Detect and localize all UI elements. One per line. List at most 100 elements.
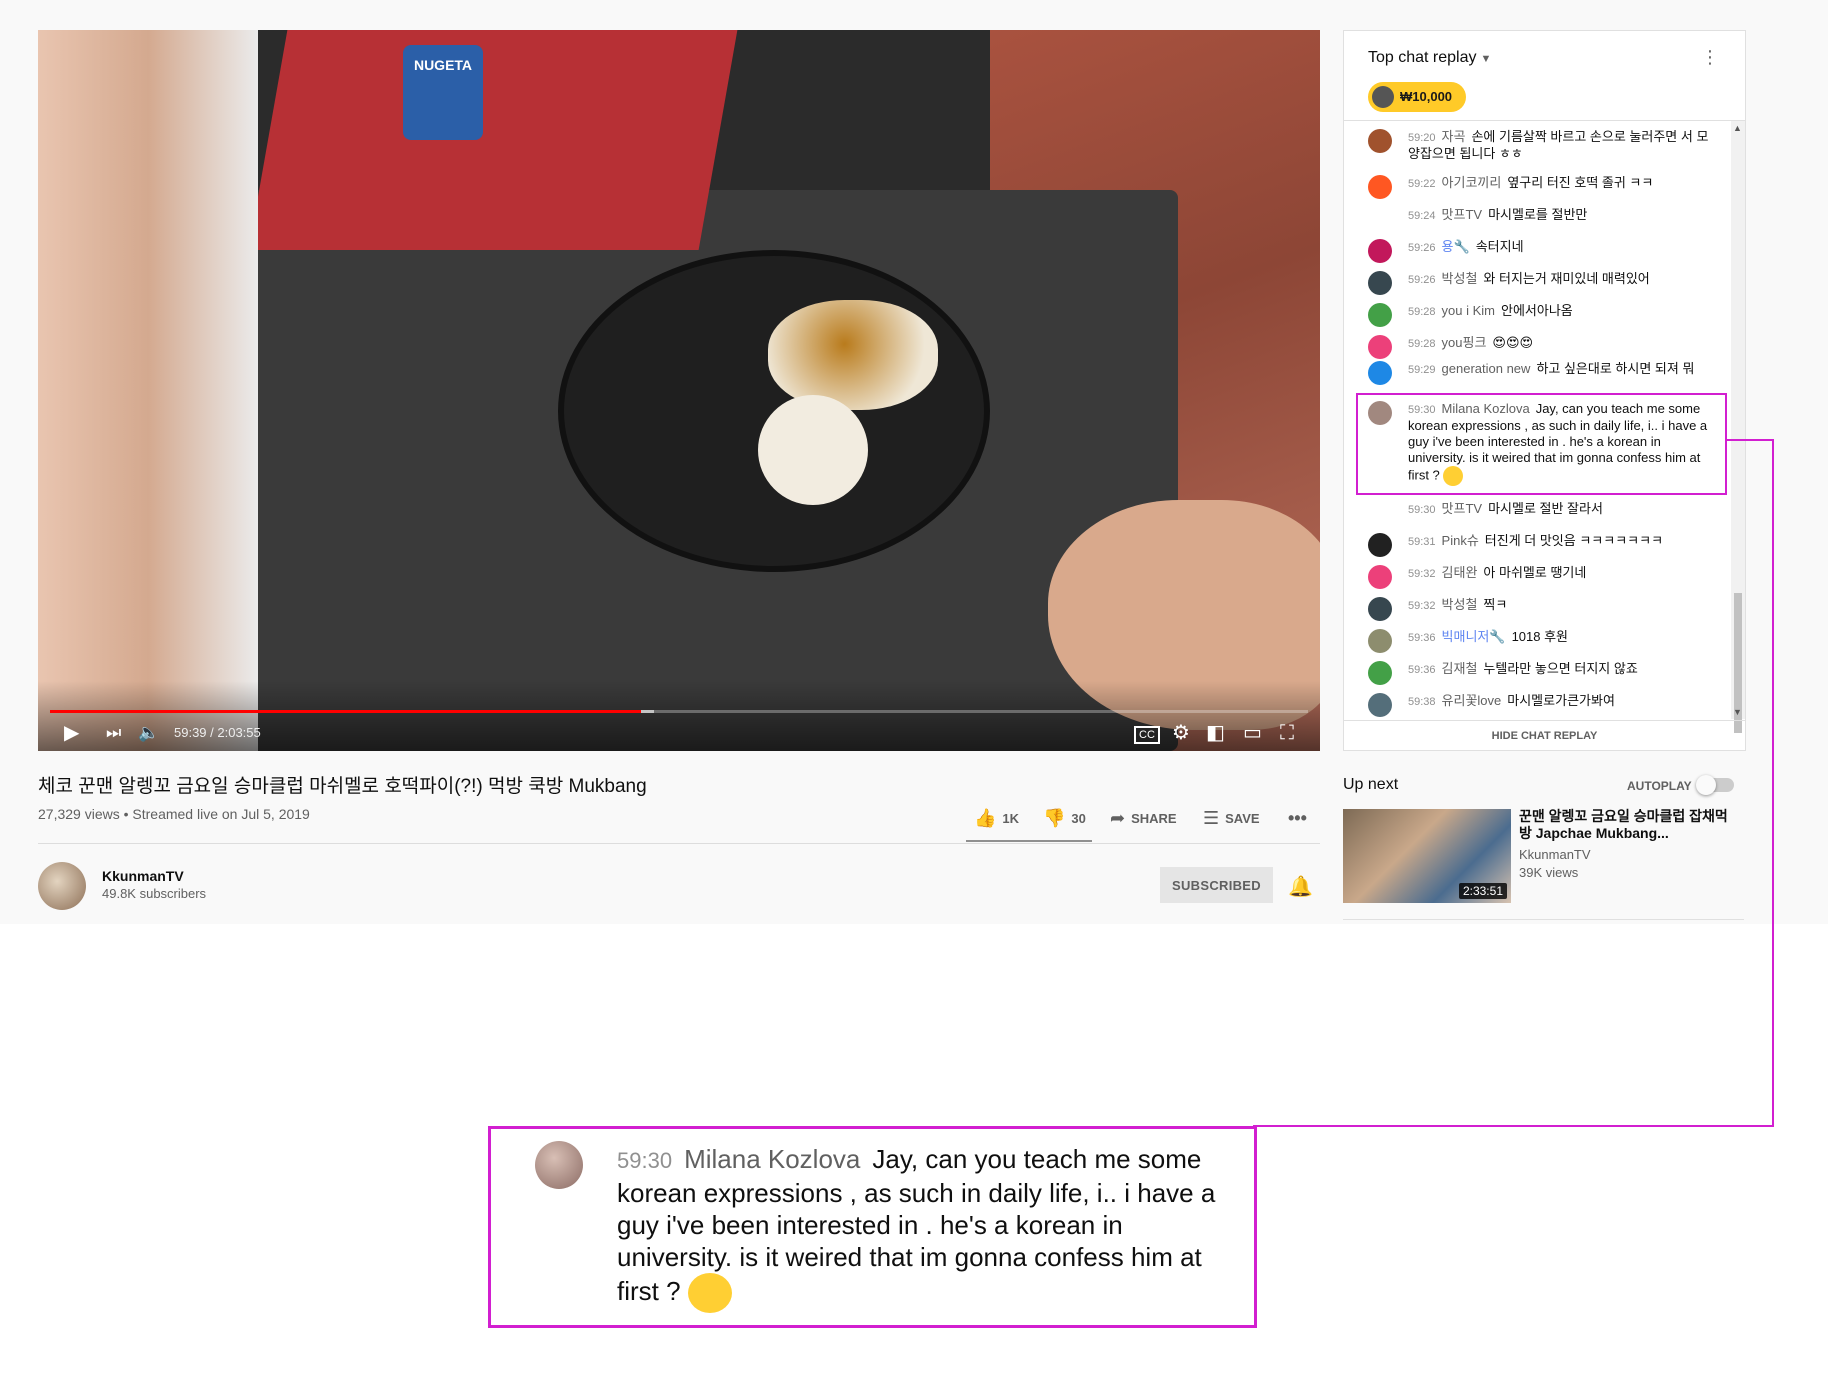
message-text: 찍ㅋ [1483, 597, 1508, 612]
avatar[interactable] [1368, 207, 1392, 231]
chat-mode-selector[interactable]: Top chat replay ▼ [1368, 49, 1491, 67]
author-name[interactable]: 유리꽃love [1442, 693, 1502, 708]
connector-line [1725, 439, 1774, 441]
arm [38, 30, 258, 751]
chat-message[interactable]: 59:29 generation new 하고 싶은대로 하시면 되져 뭐 [1368, 361, 1713, 385]
author-name[interactable]: 아기코끼리 [1442, 175, 1502, 190]
scroll-down-icon[interactable]: ▼ [1733, 707, 1742, 717]
message-text: 옆구리 터진 호떡 졸귀 ㅋㅋ [1507, 175, 1654, 190]
message-body: 59:26 박성철 와 터지는거 재미있네 매력있어 [1408, 271, 1713, 288]
author-name[interactable]: 용🔧 [1442, 239, 1470, 254]
save-button[interactable]: ☰ SAVE [1203, 808, 1260, 829]
chat-message[interactable]: 59:32 박성철 찍ㅋ [1368, 597, 1713, 621]
autoplay-toggle[interactable] [1696, 775, 1734, 795]
avatar[interactable] [1368, 661, 1392, 685]
author-name[interactable]: 맛프TV [1442, 207, 1483, 222]
message-body: 59:38 유리꽃love 마시멜로가큰가봐여 [1408, 693, 1713, 710]
chat-message[interactable]: 59:28 you i Kim 안에서아나옴 [1368, 303, 1713, 327]
menu-icon[interactable]: ⋮ [1701, 47, 1719, 68]
dislike-button[interactable]: 👎 30 [1043, 808, 1086, 829]
chat-message[interactable]: 59:36 빅매니저🔧 1018 후원 [1368, 629, 1713, 653]
volume-icon[interactable]: 🔈 [138, 723, 159, 743]
avatar[interactable] [1368, 175, 1392, 199]
chat-message[interactable]: 59:38 유리꽃love 마시멜로가큰가봐여 [1368, 693, 1713, 717]
channel-name[interactable]: KkunmanTV [102, 868, 184, 884]
more-button[interactable]: ••• [1288, 808, 1307, 829]
author-name[interactable]: 박성철 [1442, 271, 1478, 286]
avatar [535, 1141, 583, 1189]
highlight-box [1356, 393, 1727, 495]
progress-bar[interactable] [50, 710, 1308, 713]
hide-chat-button[interactable]: HIDE CHAT REPLAY [1344, 720, 1745, 751]
author-name[interactable]: 자곡 [1442, 129, 1466, 144]
avatar[interactable] [1368, 533, 1392, 557]
chat-message[interactable]: 59:31 Pink슈 터진게 더 맛잇음 ㅋㅋㅋㅋㅋㅋㅋ [1368, 533, 1713, 557]
timestamp: 59:30 [1408, 504, 1436, 516]
next-icon[interactable]: ⏭ [106, 723, 121, 743]
divider [1343, 919, 1744, 920]
message-body: 59:32 김태완 아 마쉬멜로 땡기네 [1408, 565, 1713, 582]
avatar[interactable] [1368, 335, 1392, 359]
author-name[interactable]: 김재철 [1442, 661, 1478, 676]
chat-message[interactable]: 59:20 자곡 손에 기름살짝 바르고 손으로 눌러주면 서 모양잡으면 됩니다 … [1368, 129, 1713, 162]
video-duration: 2:33:51 [1458, 883, 1507, 899]
miniplayer-icon[interactable]: ◧ [1206, 723, 1225, 743]
connector-line [1253, 1125, 1774, 1127]
settings-icon[interactable]: ⚙ [1172, 723, 1190, 743]
avatar[interactable] [1368, 239, 1392, 263]
recommended-title[interactable]: 꾼맨 알렝꼬 금요일 승마클럽 잡채먹방 Japchae Mukbang... [1519, 808, 1734, 842]
chat-message[interactable]: 59:32 김태완 아 마쉬멜로 땡기네 [1368, 565, 1713, 589]
author-name[interactable]: 박성철 [1442, 597, 1478, 612]
chat-message[interactable]: 59:26 용🔧 속터지네 [1368, 239, 1713, 263]
video-player[interactable]: NUGETA ▶ ⏭ 🔈 59:39 / 2:03:55 CC ⚙ ◧ ▭ ⛶ [38, 30, 1320, 751]
dislike-count: 30 [1071, 811, 1086, 826]
share-icon: ➦ [1110, 808, 1126, 828]
message-text: 마시멜로를 절반만 [1488, 207, 1588, 222]
timestamp: 59:26 [1408, 274, 1436, 286]
captions-icon[interactable]: CC [1134, 726, 1160, 744]
message-text: 😍😍😍 [1492, 335, 1534, 350]
recommended-thumbnail[interactable]: 2:33:51 [1343, 809, 1511, 903]
share-button[interactable]: ➦ SHARE [1110, 808, 1177, 829]
chat-scrollbar[interactable]: ▲ ▼ [1731, 121, 1745, 733]
avatar[interactable] [1368, 597, 1392, 621]
chat-message[interactable]: 59:24 맛프TV 마시멜로를 절반만 [1368, 207, 1713, 231]
message-text: 와 터지는거 재미있네 매력있어 [1483, 271, 1650, 286]
timestamp: 59:24 [1408, 210, 1436, 222]
chat-message[interactable]: 59:30 맛프TV 마시멜로 절반 잘라서 [1368, 501, 1713, 525]
author-name[interactable]: you i Kim [1442, 303, 1495, 318]
recommended-channel[interactable]: KkunmanTV [1519, 847, 1591, 862]
author-name[interactable]: 김태완 [1442, 565, 1478, 580]
chat-message[interactable]: 59:26 박성철 와 터지는거 재미있네 매력있어 [1368, 271, 1713, 295]
avatar[interactable] [1368, 693, 1392, 717]
avatar[interactable] [1368, 271, 1392, 295]
author-name[interactable]: you핑크 [1442, 335, 1487, 350]
channel-avatar[interactable] [38, 862, 86, 910]
timestamp: 59:22 [1408, 178, 1436, 190]
like-button[interactable]: 👍 1K [974, 808, 1019, 829]
scroll-up-icon[interactable]: ▲ [1733, 123, 1742, 133]
avatar[interactable] [1368, 129, 1392, 153]
author-name[interactable]: 빅매니저🔧 [1442, 629, 1506, 644]
play-icon[interactable]: ▶ [64, 723, 79, 743]
chat-message[interactable]: 59:22 아기코끼리 옆구리 터진 호떡 졸귀 ㅋㅋ [1368, 175, 1713, 199]
avatar[interactable] [1368, 361, 1392, 385]
author-name[interactable]: 맛프TV [1442, 501, 1483, 516]
chat-message[interactable]: 59:28 you핑크 😍😍😍 [1368, 335, 1713, 359]
avatar[interactable] [1368, 501, 1392, 525]
avatar[interactable] [1368, 303, 1392, 327]
save-label: SAVE [1225, 811, 1260, 826]
timestamp: 59:30 [617, 1148, 673, 1173]
timestamp: 59:36 [1408, 664, 1436, 676]
author-name[interactable]: generation new [1442, 361, 1531, 376]
avatar[interactable] [1368, 629, 1392, 653]
superchat-ticker[interactable]: ₩10,000 [1368, 82, 1467, 112]
author-name[interactable]: Pink슈 [1442, 533, 1479, 548]
chat-message[interactable]: 59:36 김재철 누텔라만 놓으면 터지지 않죠 [1368, 661, 1713, 685]
bell-icon[interactable]: 🔔 [1288, 874, 1313, 899]
subscribe-button[interactable]: SUBSCRIBED [1160, 867, 1273, 903]
theater-icon[interactable]: ▭ [1243, 723, 1262, 743]
avatar[interactable] [1368, 565, 1392, 589]
view-count: 27,329 views • Streamed live on Jul 5, 2… [38, 806, 310, 822]
fullscreen-icon[interactable]: ⛶ [1280, 723, 1294, 743]
